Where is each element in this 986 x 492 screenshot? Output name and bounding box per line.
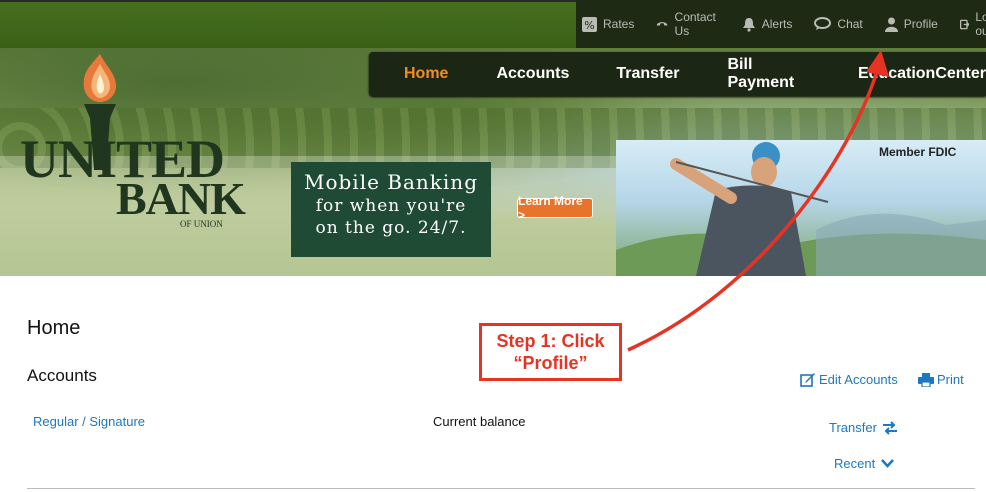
- percent-icon: %: [582, 16, 597, 32]
- print-label: Print: [937, 372, 964, 387]
- chevron-down-icon: [881, 459, 895, 468]
- transfer-label: Transfer: [829, 420, 877, 435]
- svg-text:%: %: [584, 19, 594, 32]
- printer-icon: [918, 372, 934, 387]
- utility-nav: % Rates Contact Us Alerts Chat Profile L…: [576, 0, 986, 48]
- promo-title: Mobile Banking: [303, 170, 478, 194]
- nav-accounts[interactable]: Accounts: [496, 65, 569, 83]
- logout-icon: [959, 19, 970, 29]
- page-title: Home: [27, 317, 81, 339]
- print-link[interactable]: Print: [918, 372, 964, 387]
- chat-label: Chat: [837, 17, 863, 31]
- brand-line2: BANK: [116, 173, 246, 224]
- recent-label: Recent: [834, 456, 876, 471]
- account-name-link[interactable]: Regular / Signature: [33, 414, 145, 429]
- step-callout: Step 1: Click “Profile”: [479, 323, 622, 381]
- main-nav: Home Accounts Transfer Bill Payment Educ…: [369, 52, 986, 96]
- rates-link[interactable]: % Rates: [582, 16, 635, 32]
- accounts-heading: Accounts: [27, 366, 97, 385]
- section-divider: [27, 488, 975, 489]
- logout-label: Log out: [975, 10, 986, 38]
- chat-icon: [814, 17, 832, 30]
- nav-transfer[interactable]: Transfer: [616, 65, 679, 83]
- chat-link[interactable]: Chat: [814, 17, 863, 31]
- brand-line3: OF UNION: [180, 219, 223, 229]
- phone-icon: [657, 22, 668, 26]
- bell-icon: [742, 17, 755, 32]
- edit-icon: [800, 373, 815, 387]
- member-fdic: Member FDIC: [879, 145, 957, 159]
- transfer-link[interactable]: Transfer: [829, 420, 898, 435]
- nav-education-center[interactable]: EducationCenter: [858, 65, 986, 83]
- profile-label: Profile: [903, 17, 938, 31]
- contact-us-label: Contact Us: [674, 10, 716, 38]
- edit-accounts-label: Edit Accounts: [819, 372, 898, 387]
- recent-toggle[interactable]: Recent: [834, 456, 895, 471]
- rates-label: Rates: [603, 17, 635, 31]
- alerts-label: Alerts: [761, 17, 793, 31]
- alerts-link[interactable]: Alerts: [742, 17, 793, 32]
- profile-link[interactable]: Profile: [884, 17, 938, 32]
- current-balance-label: Current balance: [433, 414, 526, 429]
- edit-accounts-link[interactable]: Edit Accounts: [800, 372, 898, 387]
- promo-line2: for when you're: [315, 196, 467, 216]
- callout-line1: Step 1: Click: [496, 331, 605, 351]
- learn-more-button[interactable]: Learn More >: [517, 194, 593, 222]
- promo-box: Mobile Banking for when you're on the go…: [291, 162, 491, 257]
- golfer-illustration: [616, 142, 986, 276]
- golfer-photo: [616, 140, 986, 276]
- transfer-arrows-icon: [882, 420, 897, 435]
- callout-line2: “Profile”: [513, 353, 588, 373]
- nav-home[interactable]: Home: [404, 65, 448, 83]
- user-icon: [884, 17, 898, 32]
- logout-link[interactable]: Log out: [959, 10, 986, 38]
- contact-us-link[interactable]: Contact Us: [656, 10, 719, 38]
- promo-line3: on the go. 24/7.: [315, 218, 467, 238]
- nav-bill-payment[interactable]: Bill Payment: [728, 56, 810, 92]
